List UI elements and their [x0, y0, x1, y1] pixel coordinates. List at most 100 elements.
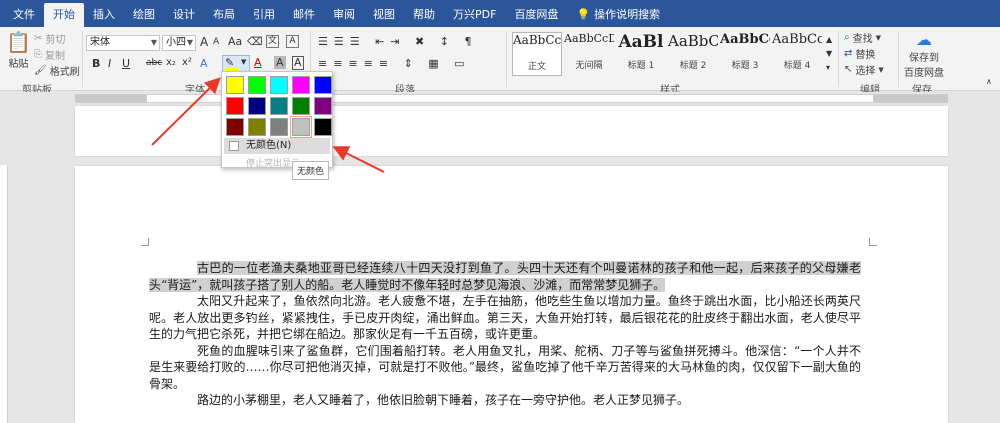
- tab-10[interactable]: 帮助: [404, 3, 444, 27]
- save-to-baidu-button[interactable]: ☁ 保存到 百度网盘: [904, 30, 944, 79]
- doc-paragraph[interactable]: 太阳又升起来了，鱼依然向北游。老人疲惫不堪，左手在抽筋，他吃些生鱼以增加力量。鱼…: [149, 293, 861, 343]
- style-sample: AaBbCcDc: [564, 32, 614, 45]
- save-label-1: 保存到: [909, 53, 939, 64]
- cloud-icon: ☁: [916, 30, 932, 49]
- find-button[interactable]: ⌕ 查找 ▼: [844, 30, 881, 45]
- horizontal-ruler[interactable]: [0, 92, 1000, 105]
- color-swatch[interactable]: [290, 116, 312, 138]
- tab-1[interactable]: 开始: [44, 3, 84, 27]
- highlight-color-button[interactable]: ✎ ▼: [222, 55, 250, 72]
- tab-2[interactable]: 插入: [84, 3, 124, 27]
- tab-11[interactable]: 万兴PDF: [444, 3, 505, 27]
- select-button[interactable]: ↖ 选择 ▼: [844, 62, 884, 77]
- ruler-track: [75, 94, 948, 103]
- shrink-font-button[interactable]: A: [213, 37, 219, 47]
- tab-5[interactable]: 布局: [204, 3, 244, 27]
- superscript-button[interactable]: x²: [182, 57, 192, 68]
- color-swatch[interactable]: [292, 76, 310, 94]
- style-item[interactable]: AaBbCc 标题 3: [720, 32, 770, 76]
- color-swatch[interactable]: [248, 118, 266, 136]
- color-swatch[interactable]: [314, 76, 332, 94]
- tell-me-search[interactable]: 💡 操作说明搜索: [567, 3, 669, 27]
- copy-button[interactable]: ⎘ 复制: [34, 47, 65, 62]
- color-swatch[interactable]: [270, 118, 288, 136]
- list-buttons-icon[interactable]: ☰☰☰ ⇤⇥ ✖ ↕ ¶: [318, 35, 477, 48]
- char-border-button[interactable]: A: [292, 56, 304, 70]
- replace-button[interactable]: ⇄ 替换: [844, 46, 875, 61]
- format-painter-button[interactable]: 🖌 格式刷: [34, 63, 80, 78]
- collapse-ribbon-icon[interactable]: ∧: [986, 77, 992, 86]
- color-swatch[interactable]: [314, 118, 332, 136]
- doc-paragraph[interactable]: 死鱼的血腥味引来了鲨鱼群，它们围着船打转。老人用鱼叉扎，用桨、舵柄、刀子等与鲨鱼…: [149, 343, 861, 393]
- clear-format-icon[interactable]: ⌫: [247, 35, 263, 48]
- chevron-down-icon: ▼: [875, 33, 881, 42]
- strikethrough-button[interactable]: abc: [146, 58, 162, 68]
- doc-paragraph[interactable]: 古巴的一位老渔夫桑地亚哥已经连续八十四天没打到鱼了。头四十天还有个叫曼诺林的孩子…: [149, 260, 861, 293]
- color-swatch[interactable]: [270, 97, 288, 115]
- bold-button[interactable]: B: [92, 57, 100, 70]
- style-sample: AaBbCc: [720, 32, 770, 47]
- highlighted-text[interactable]: 古巴的一位老渔夫桑地亚哥已经连续八十四天没打到鱼了。头四十天还有个叫曼诺林的孩子…: [149, 261, 861, 292]
- color-swatch[interactable]: [292, 97, 310, 115]
- text-effects-button[interactable]: A: [200, 57, 208, 70]
- enclose-char-icon[interactable]: A: [286, 35, 299, 48]
- underline-button[interactable]: U: [122, 57, 130, 70]
- ruler-margin-left: [75, 95, 147, 102]
- tab-8[interactable]: 审阅: [324, 3, 364, 27]
- gallery-scroll-icon[interactable]: ▲ ▼ ▾: [826, 33, 832, 75]
- doc-paragraph[interactable]: 路边的小茅棚里，老人又睡着了，他依旧脸朝下睡着，孩子在一旁守护他。老人正梦见狮子…: [149, 392, 861, 409]
- font-name-combo[interactable]: 宋体 ▼: [86, 35, 160, 51]
- no-color-option[interactable]: 无颜色(N): [224, 138, 330, 154]
- style-item[interactable]: AaBbCcDc 正文: [512, 32, 562, 76]
- copy-icon: ⎘: [34, 49, 42, 60]
- page-2[interactable]: 古巴的一位老渔夫桑地亚哥已经连续八十四天没打到鱼了。头四十天还有个叫曼诺林的孩子…: [75, 166, 948, 423]
- copy-label: 复制: [45, 51, 65, 62]
- save-label-2: 百度网盘: [904, 68, 944, 79]
- cut-button[interactable]: ✂ 剪切: [34, 31, 65, 46]
- paragraph-text: 太阳又升起来了，鱼依然向北游。老人疲惫不堪，左手在抽筋，他吃些生鱼以增加力量。鱼…: [149, 294, 861, 341]
- tab-7[interactable]: 邮件: [284, 3, 324, 27]
- chevron-down-icon: ▼: [186, 38, 193, 47]
- ribbon-tab-bar: 文件 开始 插入 绘图 设计 布局 引用 邮件 审阅 视图 帮助 万兴PDF 百度网盘 💡 操作说明搜索: [0, 0, 1000, 27]
- tab-6[interactable]: 引用: [244, 3, 284, 27]
- separator: [82, 31, 83, 87]
- margin-corner-mark: [869, 238, 877, 246]
- tab-12[interactable]: 百度网盘: [505, 3, 567, 27]
- tab-4[interactable]: 设计: [164, 3, 204, 27]
- color-swatch[interactable]: [226, 76, 244, 94]
- style-name: 标题 2: [679, 61, 707, 71]
- find-label: 查找: [852, 34, 873, 45]
- tab-9[interactable]: 视图: [364, 3, 404, 27]
- style-name: 正文: [527, 62, 546, 72]
- scissors-icon: ✂: [34, 33, 43, 44]
- color-swatch[interactable]: [226, 118, 244, 136]
- color-swatch[interactable]: [314, 97, 332, 115]
- style-item[interactable]: AaBl 标题 1: [616, 32, 666, 76]
- italic-button[interactable]: I: [108, 57, 111, 70]
- color-swatch[interactable]: [226, 97, 244, 115]
- chevron-down-icon: ▼: [241, 58, 247, 66]
- tab-0[interactable]: 文件: [4, 3, 44, 27]
- phonetic-guide-icon[interactable]: 文: [266, 35, 279, 48]
- document-body[interactable]: 古巴的一位老渔夫桑地亚哥已经连续八十四天没打到鱼了。头四十天还有个叫曼诺林的孩子…: [149, 260, 861, 409]
- grow-font-button[interactable]: A: [200, 35, 208, 49]
- color-swatch[interactable]: [248, 97, 266, 115]
- color-swatch[interactable]: [248, 76, 266, 94]
- style-item[interactable]: AaBbCc 标题 4: [772, 32, 822, 76]
- change-case-button[interactable]: Aa: [228, 35, 242, 48]
- format-painter-label: 格式刷: [49, 67, 80, 78]
- vertical-ruler[interactable]: [0, 165, 8, 423]
- cut-label: 剪切: [45, 35, 66, 46]
- font-size-combo[interactable]: 小四 ▼: [162, 35, 196, 51]
- paste-button[interactable]: 📋 粘贴: [6, 30, 31, 70]
- separator: [838, 31, 839, 87]
- char-shading-button[interactable]: A: [274, 56, 286, 69]
- style-item[interactable]: AaBbC 标题 2: [668, 32, 718, 76]
- tab-3[interactable]: 绘图: [124, 3, 164, 27]
- paragraph-text: 路边的小茅棚里，老人又睡着了，他依旧脸朝下睡着，孩子在一旁守护他。老人正梦见狮子…: [197, 393, 690, 407]
- font-color-button[interactable]: A: [254, 56, 262, 69]
- subscript-button[interactable]: x₂: [166, 57, 176, 68]
- style-item[interactable]: AaBbCcDc 无间隔: [564, 32, 614, 76]
- align-buttons-icon[interactable]: ≡≡≡≡≡ ⇕ ▦ ▭: [318, 57, 471, 70]
- color-swatch[interactable]: [270, 76, 288, 94]
